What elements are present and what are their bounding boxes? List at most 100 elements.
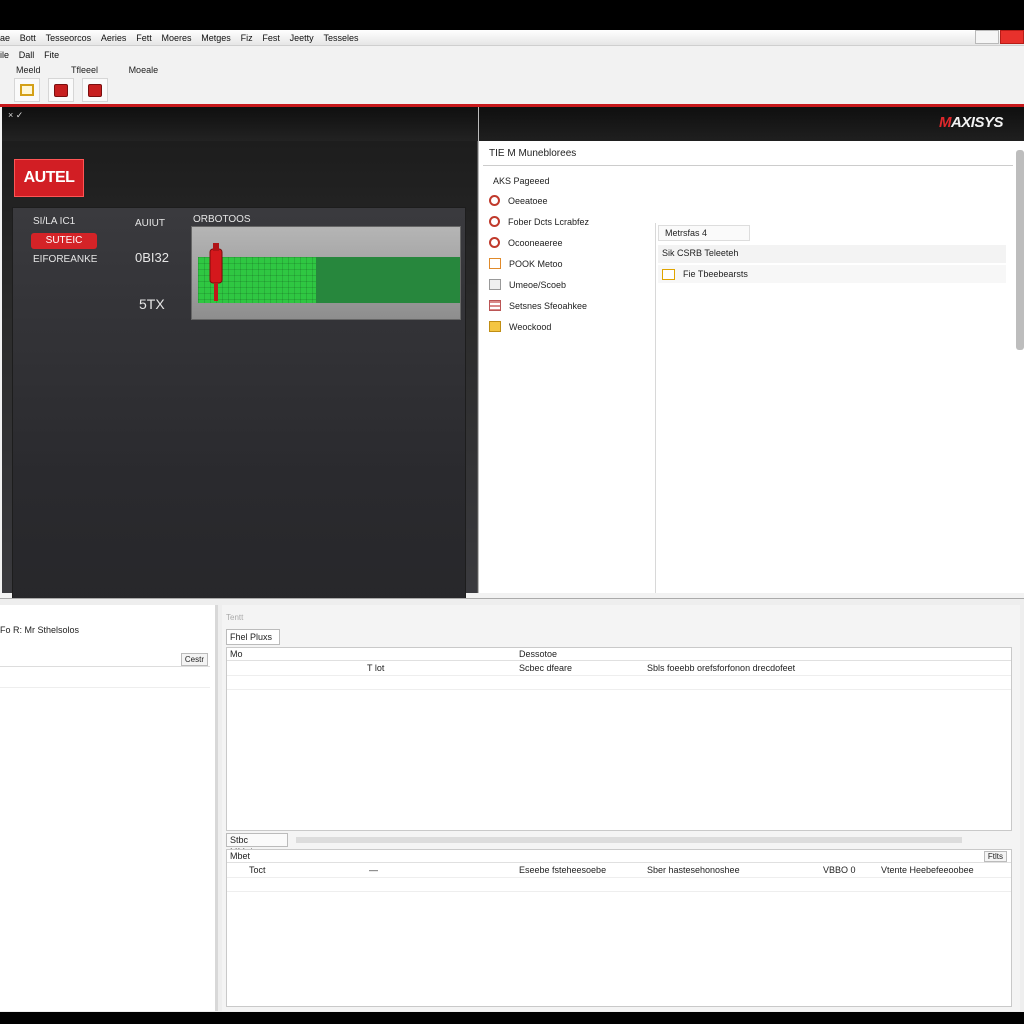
tree-item[interactable]: Setsnes Sfeoahkee (489, 295, 653, 316)
tab-strip[interactable]: Tentt (226, 613, 243, 622)
log-sidebar: Fo R: Mr Sthelsolos Cestr (0, 605, 218, 1011)
close-button[interactable] (1000, 30, 1024, 44)
progress-label: ORBOTOOS (193, 214, 251, 225)
menu-item[interactable]: Fest (262, 30, 280, 46)
list-icon (489, 300, 501, 311)
panel-title-bar: TIE M Muneblorees (483, 144, 1013, 166)
toolbar-label: Meeld (16, 65, 41, 75)
table-cell: Sber hastesehonoshee (647, 865, 740, 875)
panel-controls[interactable]: × ✓ (8, 110, 23, 121)
data-manager-panel: MAXISYS TIE M Muneblorees AKS Pageeed Oe… (478, 107, 1024, 593)
tree-item[interactable]: Ocooneaeree (489, 232, 653, 253)
submenu-bar: ile Dall Fite (0, 47, 66, 61)
detail-header[interactable]: Metrsfas 4 (658, 225, 750, 241)
window-controls (974, 30, 1024, 46)
settings-icon (489, 216, 500, 227)
brand-header: MAXISYS (479, 107, 1024, 141)
table-cell: Sbls foeebb orefsforfonon drecdofeet (647, 663, 796, 673)
detail-pane: Metrsfas 4 Sik CSRB Teleeteh Fie Tbeebea… (655, 223, 1007, 593)
gear-icon (489, 237, 500, 248)
table-row[interactable]: T lot Scbec dfeare Sbls foeebb orefsforf… (227, 662, 1011, 676)
divider (0, 687, 210, 688)
checkbox[interactable] (662, 268, 675, 280)
report-icon (54, 83, 68, 97)
folder-open-icon (20, 84, 34, 96)
table-cell: — (369, 865, 378, 875)
column-header[interactable]: Dessotoe (519, 649, 557, 659)
detail-row[interactable]: Fie Tbeebearsts (658, 265, 1006, 283)
tree-item[interactable]: Umeoe/Scoeb (489, 274, 653, 295)
sidebar-title: Fo R: Mr Sthelsolos (0, 625, 80, 635)
table-row[interactable]: Toct — Eseebe fsteheesoebe Sber hasteseh… (227, 864, 1011, 878)
detail-row[interactable]: Sik CSRB Teleeteh (658, 245, 1006, 263)
grid-header: Mbet Ftlts (227, 850, 1011, 863)
horizontal-scrollbar[interactable] (296, 837, 962, 843)
menu-item[interactable]: Tesseles (323, 30, 358, 46)
model-sub-label: EIFOREANKE (33, 254, 98, 265)
menu-item[interactable]: Dall (19, 47, 35, 63)
model-badge: SUTEIC (31, 233, 97, 249)
table-cell: Scbec dfeare (519, 663, 573, 673)
menu-item[interactable]: Tesseorcos (46, 30, 92, 46)
sidebar-header: Cestr (0, 651, 210, 667)
vertical-scrollbar[interactable] (1016, 150, 1024, 350)
menu-item[interactable]: Fiz (241, 30, 253, 46)
menu-item[interactable]: Metges (201, 30, 231, 46)
toolbar (14, 78, 108, 102)
device-panel-header: × ✓ (2, 107, 478, 141)
device-info-box: SI/LA IC1 SUTEIC EIFOREANKE AUIUT 0BI32 … (12, 207, 466, 655)
tree-item[interactable]: Oeeatoee (489, 190, 653, 211)
tree-item-label: Setsnes Sfeoahkee (509, 300, 588, 311)
menu-item[interactable]: ile (0, 47, 9, 63)
tab-active[interactable]: Fhel Pluxs (226, 629, 280, 645)
maximize-button[interactable] (975, 30, 999, 44)
table-cell: Eseebe fsteheesoebe (519, 865, 607, 875)
menu-item[interactable]: Moeres (162, 30, 192, 46)
tree-item-label: Ocooneaeree (508, 237, 563, 248)
bottom-area: Fo R: Mr Sthelsolos Cestr Tentt Fhel Plu… (0, 598, 1024, 1012)
tree-item[interactable]: Fober Dcts Lcrabfez (489, 211, 653, 232)
tree-item-label: Umeoe/Scoeb (509, 279, 567, 290)
menu-item[interactable]: ae (0, 30, 10, 46)
menu-item[interactable]: Aeries (101, 30, 127, 46)
folder-icon (489, 321, 501, 332)
tree-item-label: Weockood (509, 321, 552, 332)
tree-item[interactable]: POOK Metoo (489, 253, 653, 274)
menu-item[interactable]: Jeetty (290, 30, 314, 46)
sidebar-header-button[interactable]: Cestr (180, 653, 208, 666)
table-row[interactable] (227, 676, 1011, 690)
table-row[interactable] (227, 878, 1011, 892)
tree-item-label: Fober Dcts Lcrabfez (508, 216, 590, 227)
table-cell: VBBO 0 (823, 865, 856, 875)
menu-item[interactable]: Fite (44, 47, 59, 63)
table-cell: Toct (249, 865, 266, 875)
progress-frame (191, 226, 461, 320)
vci-plug-icon (209, 243, 223, 301)
grid-title: Stbc MMtrbeee (226, 833, 288, 857)
report-button[interactable] (48, 78, 74, 102)
data-grid: Mbet Ftlts Toct — Eseebe fsteheesoebe Sb… (226, 849, 1012, 1007)
tree-item[interactable]: Weockood (489, 316, 653, 337)
app-window: ae Bott Tesseorcos Aeries Fett Moeres Me… (0, 30, 1024, 1012)
report-area: Tentt Fhel Pluxs Mo Dessotoe T lot Scbec… (222, 605, 1020, 1011)
grid-header-button[interactable]: Ftlts (983, 851, 1007, 862)
table-cell: Vtente Heebefeeoobee (881, 865, 974, 875)
autel-logo: AUTEL (14, 159, 84, 197)
toolbar-label: Tfleeel (71, 65, 99, 75)
about-value: 0BI32 (135, 250, 169, 265)
panel-title: TIE M Muneblorees (489, 148, 577, 159)
column-header[interactable]: Mbet (230, 851, 250, 861)
vci-button[interactable] (82, 78, 108, 102)
about-value: 5TX (139, 296, 165, 312)
device-panel: × ✓ AUTEL SI/LA IC1 SUTEIC EIFOREANKE AU… (2, 107, 478, 655)
data-grid: Mo Dessotoe T lot Scbec dfeare Sbls foee… (226, 647, 1012, 831)
menu-item[interactable]: Fett (136, 30, 152, 46)
open-button[interactable] (14, 78, 40, 102)
tree-item-label: Oeeatoee (508, 195, 548, 206)
maxisys-logo: MAXISYS (938, 114, 1004, 131)
grid-title-bar: Stbc MMtrbeee (226, 833, 1012, 857)
menu-item[interactable]: Bott (20, 30, 36, 46)
column-header[interactable]: Mo (230, 649, 243, 659)
title-bar: ae Bott Tesseorcos Aeries Fett Moeres Me… (0, 30, 1024, 46)
table-cell: T lot (367, 663, 385, 673)
